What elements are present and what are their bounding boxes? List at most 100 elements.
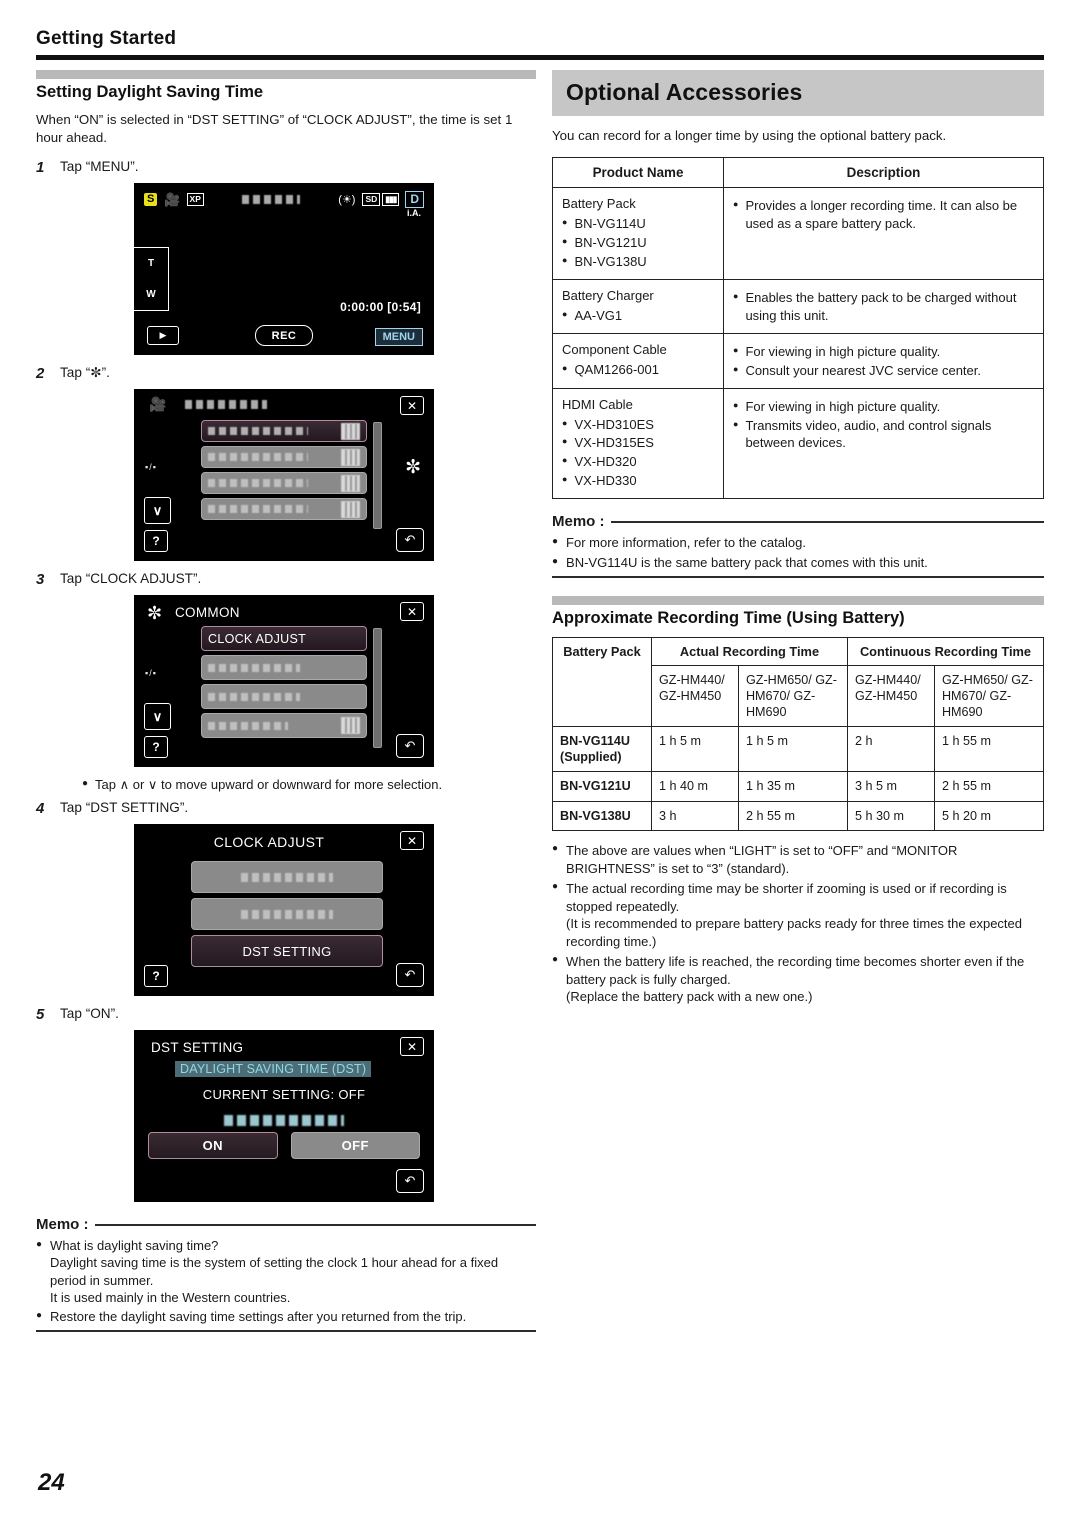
accessories-intro-text: You can record for a longer time by usin… [552,128,947,143]
close-icon[interactable]: ✕ [400,602,424,622]
list-item: ● BN-VG114U [562,216,646,232]
recording-time-table: Battery Pack Actual Recording Time Conti… [552,636,1045,832]
clock-adjust-screen-title: CLOCK ADJUST [213,834,325,851]
lcd-dst-setting-screen: DST SETTING ✕ DAYLIGHT SAVING TIME (DST)… [134,1030,434,1203]
step-3: 3 Tap “CLOCK ADJUST”. [36,571,536,589]
scrollbar[interactable] [373,422,382,530]
memo-list: ● For more information, refer to the cata… [552,534,1044,571]
description-list: ● Provides a longer recording time. It ca… [733,197,1034,233]
table-row: Battery Charger ● AA-VG1 ● Enables the bat… [552,278,1044,334]
memo-list: ● What is daylight saving time? Daylight… [36,1237,536,1325]
list-item: ● When the battery life is reached, the r… [552,953,1044,1006]
lcd-record-screen: S 🎥 XP (☀) SD ▮▮▮ D i.A. T W 0:00:00 [0:… [134,183,434,356]
help-button[interactable]: ? [144,530,168,553]
list-item[interactable] [201,713,367,739]
section-title-dst: Setting Daylight Saving Time [36,83,264,101]
step-1: 1 Tap “MENU”. [36,159,536,177]
model-list: ● AA-VG1 [562,307,714,325]
menu-item-clock-adjust[interactable]: CLOCK ADJUST [201,626,367,652]
stabilizer-icon: (☀) [338,194,356,207]
zoom-wide-label: W [146,289,156,301]
step-1-number: 1 [36,159,45,177]
list-item[interactable] [201,472,367,495]
scroll-down-button[interactable]: ∨ [144,703,171,731]
video-mode-icon: 🎥 [164,192,181,208]
product-name: Battery Pack [562,196,636,212]
description-list: ● For viewing in high picture quality. ● C… [733,343,1034,380]
product-name: Component Cable [562,341,667,357]
list-item[interactable] [201,684,367,710]
column-header-product-name: Product Name [552,157,724,189]
help-button[interactable]: ? [144,965,168,988]
battery-pack-name: BN-VG114U (Supplied) [552,726,652,773]
bullet-icon: ● [562,417,568,428]
back-icon[interactable]: ↶ [396,528,424,553]
zoom-tw-control[interactable]: T W [134,247,169,312]
close-icon[interactable]: ✕ [400,396,424,416]
playback-mode-button[interactable]: ▶ [147,326,179,346]
memo-item-text: For more information, refer to the catal… [566,535,806,551]
bullet-icon: ● [733,199,739,210]
cell-value: 5 h 30 m [846,800,935,832]
thumb-icon [341,474,360,492]
page-title: Optional Accessories [566,79,803,105]
bullet-icon: ● [552,954,559,966]
list-item[interactable] [191,861,383,894]
scroll-down-button[interactable]: ∨ [144,497,171,525]
dst-off-button[interactable]: OFF [290,1132,420,1160]
menu-item-dst-setting[interactable]: DST SETTING [191,935,383,968]
step-3-note: ● Tap ∧ or ∨ to move upward or downward … [82,777,536,794]
list-item[interactable] [201,498,367,521]
list-item[interactable] [191,898,383,931]
table-row: Component Cable ● QAM1266-001 ● For viewin… [552,332,1044,389]
list-item: ● The above are values when “LIGHT” is se… [552,842,1044,877]
list-item[interactable] [201,655,367,681]
running-head: Getting Started [36,28,1044,60]
step-3-number: 3 [36,571,45,589]
dst-on-button[interactable]: ON [148,1132,278,1160]
memo-item-text: What is daylight saving time? [50,1238,219,1254]
list-item[interactable] [201,446,367,469]
lcd-main-menu-screen: 🎥 ✕ ▪/▪ ∨ ? ✼ ↶ [134,389,434,562]
memo-item-text: BN-VG114U is the same battery pack that … [566,554,928,570]
list-item: ● VX-HD320 [562,454,637,470]
close-icon[interactable]: ✕ [400,831,424,851]
menu-button[interactable]: MENU [374,328,423,347]
left-memo-block: Memo : ● What is daylight saving time? D… [36,1216,536,1333]
back-icon[interactable]: ↶ [396,963,424,988]
intelligent-auto-label: i.A. [406,208,421,219]
step-3-text: Tap “CLOCK ADJUST”. [60,571,202,587]
cell-value: 1 h 5 m [737,726,848,773]
quality-xp-icon: XP [186,193,204,207]
list-item: ● Enables the battery pack to be charged … [733,289,1017,323]
close-icon[interactable]: ✕ [400,1037,424,1057]
back-icon[interactable]: ↶ [396,1169,424,1194]
zoom-tele-label: T [147,258,155,270]
step-2-text: Tap “✼”. [60,365,110,381]
accessories-table: Product Name Description Battery Pack ● B… [552,157,1044,500]
table-row: BN-VG121U 1 h 40 m 1 h 35 m 3 h 5 m 2 h … [552,771,1045,802]
list-item: ● BN-VG138U [562,253,647,269]
table-header-row: Product Name Description [552,157,1044,189]
section-title-recording-time: Approximate Recording Time (Using Batter… [552,608,905,627]
list-item: ● Provides a longer recording time. It ca… [733,198,1018,232]
menu-item-label: DST SETTING [242,943,332,959]
back-icon[interactable]: ↶ [396,734,424,759]
subheader-model-group: GZ-HM650/ GZ-HM670/ GZ-HM690 [933,664,1045,728]
rec-button[interactable]: REC [255,325,313,347]
scrollbar[interactable] [373,628,382,749]
step-1-text: Tap “MENU”. [60,159,139,175]
list-item: ● Transmits video, audio, and control sig… [733,417,992,451]
bullet-icon: ● [552,536,559,548]
lcd-status-bar: S 🎥 XP (☀) SD ▮▮▮ D [144,191,424,209]
column-header-continuous-recording-time: Continuous Recording Time [846,636,1045,666]
bullet-icon: ● [36,1310,43,1322]
list-item[interactable] [201,420,367,443]
help-button[interactable]: ? [144,736,168,759]
running-head-title: Getting Started [36,28,177,49]
bullet-icon: ● [562,308,568,319]
memo-item-text: Restore the daylight saving time setting… [50,1309,467,1325]
gear-icon[interactable]: ✼ [405,458,421,477]
model-list: ● QAM1266-001 [562,361,714,379]
page-indicator-label: ▪/▪ [145,668,157,679]
